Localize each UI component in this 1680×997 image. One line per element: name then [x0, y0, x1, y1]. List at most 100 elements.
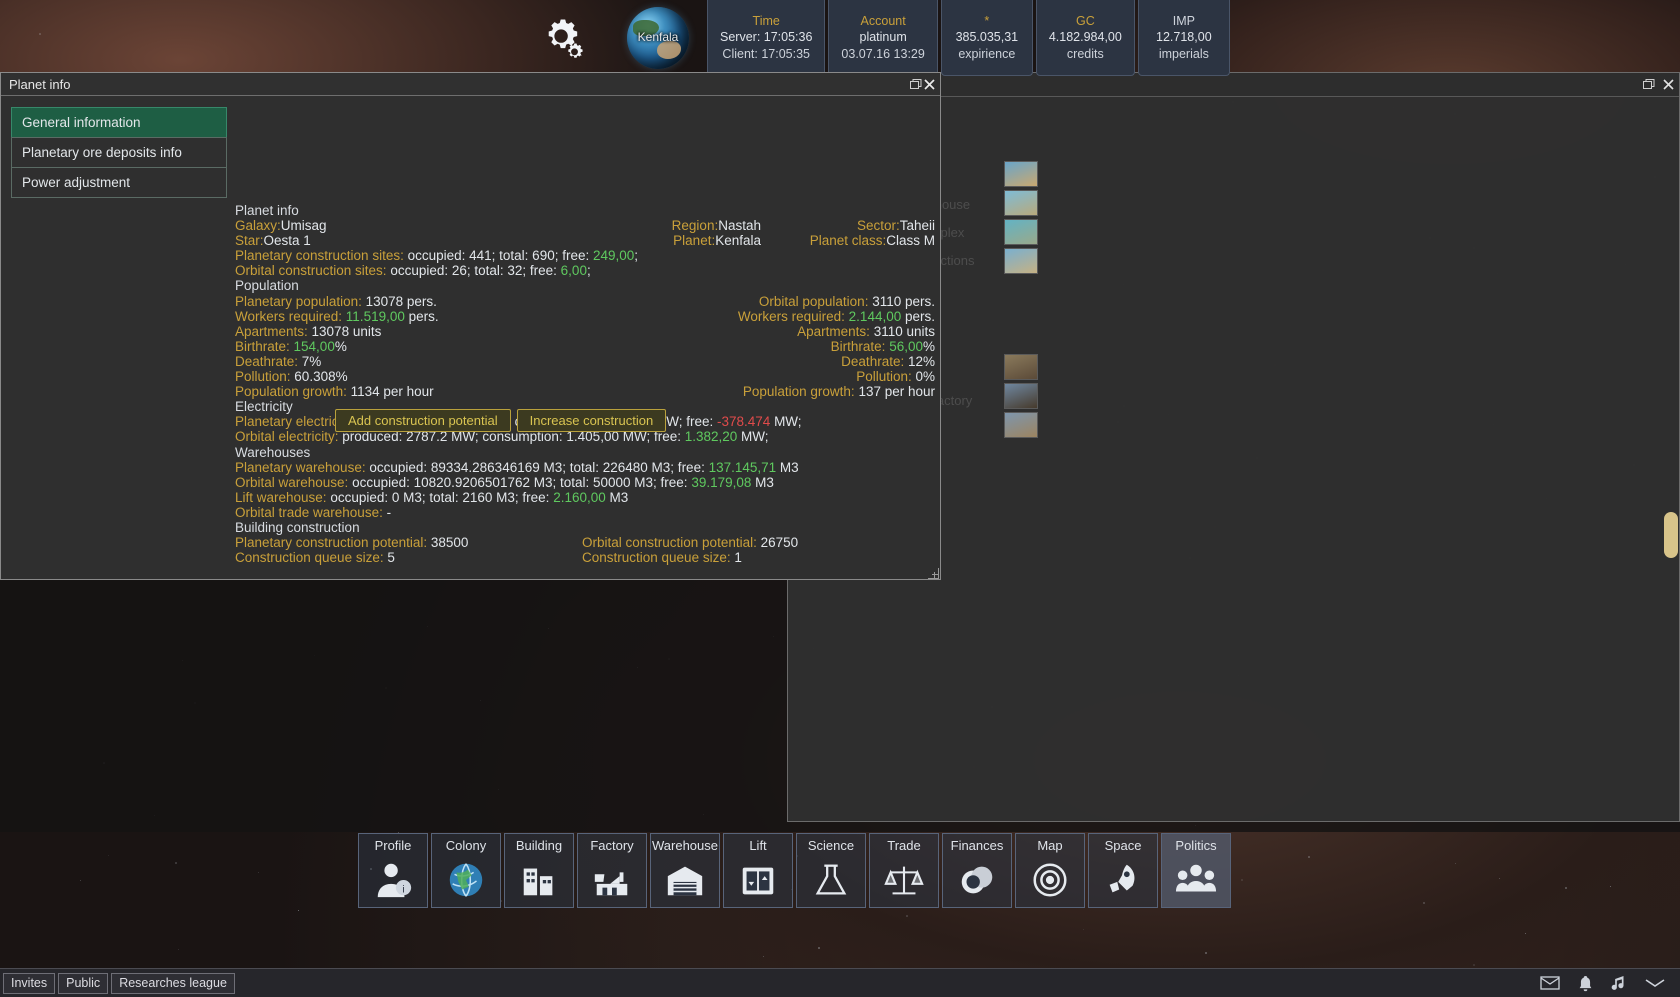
nav-item-space[interactable]: Space	[1088, 833, 1158, 908]
info-value: occupied: 0 M3; total: 2160 M3; free:	[327, 490, 554, 505]
info-key: Region:	[672, 218, 719, 233]
dialog-tab-power-adjustment[interactable]: Power adjustment	[11, 167, 227, 198]
info-key: Orbital population:	[759, 294, 869, 309]
info-row-right: Orbital construction potential: 26750	[582, 535, 932, 550]
nav-item-finances[interactable]: Finances	[942, 833, 1012, 908]
thumbnail-item[interactable]	[1004, 161, 1038, 187]
thumbnail-item[interactable]	[1004, 219, 1038, 245]
info-free-value: 249,00	[593, 248, 634, 263]
restore-window-icon[interactable]	[908, 77, 922, 91]
info-value: 38500	[427, 535, 468, 550]
hud-cells: Time Server: 17:05:36 Client: 17:05:35 Acco…	[707, 0, 1233, 76]
hud-cell-expirience[interactable]: * 385.035,31 expirience	[941, 0, 1033, 76]
thumbnail-item[interactable]	[1004, 248, 1038, 274]
construction-buttons: Add construction potential Increase const…	[335, 409, 666, 432]
profile-icon: i	[372, 853, 414, 907]
nav-item-label: Factory	[590, 834, 633, 853]
close-icon[interactable]	[1661, 78, 1675, 92]
info-value: Nastah	[718, 218, 761, 233]
info-unit: MW;	[737, 429, 768, 444]
resize-grip[interactable]	[927, 567, 939, 579]
dialog-tab-general-information[interactable]: General information	[11, 107, 227, 138]
hud-cell-sub: credits	[1067, 46, 1104, 63]
info-value: 26750	[757, 535, 798, 550]
hud-cell-value: Server: 17:05:36	[720, 29, 812, 46]
nav-item-map[interactable]: Map	[1015, 833, 1085, 908]
dialog-tabs[interactable]: General information Planetary ore deposit…	[11, 108, 227, 198]
increase-construction-button[interactable]: Increase construction	[517, 409, 667, 432]
close-icon[interactable]	[922, 77, 936, 91]
hud-cell-imperials[interactable]: IMP 12.718,00 imperials	[1138, 0, 1230, 76]
system-tray	[1540, 975, 1680, 992]
info-key: Star:	[235, 233, 264, 248]
side-scroll-handle[interactable]	[1664, 512, 1678, 558]
thumbnail-item[interactable]	[1004, 412, 1038, 438]
bell-icon[interactable]	[1578, 975, 1593, 992]
hud-cell-credits[interactable]: GC 4.182.984,00 credits	[1036, 0, 1135, 76]
info-value: 56,00	[885, 339, 923, 354]
nav-item-label: Science	[808, 834, 854, 853]
taskbar-button-researches-league[interactable]: Researches league	[111, 973, 235, 994]
music-note-icon[interactable]	[1611, 975, 1626, 992]
info-key: Galaxy:	[235, 218, 281, 233]
table-row: Planetary warehouse: occupied: 89334.286…	[235, 460, 935, 475]
add-construction-potential-button[interactable]: Add construction potential	[335, 409, 511, 432]
section-header: Building construction	[235, 520, 935, 535]
info-key: Deathrate:	[841, 354, 904, 369]
nav-item-trade[interactable]: Trade	[869, 833, 939, 908]
table-row: Pollution: 60.308% Pollution: 0%	[235, 369, 935, 384]
info-value: 11.519,00	[342, 309, 405, 324]
nav-item-label: Lift	[749, 834, 766, 853]
table-row: Orbital warehouse: occupied: 10820.92065…	[235, 475, 935, 490]
nav-item-lift[interactable]: Lift	[723, 833, 793, 908]
hud-cell-client:-17:05:35[interactable]: Time Server: 17:05:36 Client: 17:05:35	[707, 0, 825, 76]
top-hud: Kenfala Time Server: 17:05:36 Client: 17:0…	[517, 0, 1233, 76]
chevron-down-icon[interactable]	[1644, 977, 1666, 989]
info-unit: M3	[751, 475, 774, 490]
table-row: Lift warehouse: occupied: 0 M3; total: 2…	[235, 490, 935, 505]
thumbnail-item[interactable]	[1004, 190, 1038, 216]
warehouse-icon	[664, 853, 706, 907]
info-value: 2.144,00	[845, 309, 901, 324]
info-value: 3110 units	[870, 324, 935, 339]
restore-window-icon[interactable]	[1641, 78, 1655, 92]
info-free-value: 6,00	[561, 263, 587, 278]
nav-item-politics[interactable]: Politics	[1161, 833, 1231, 908]
info-value: 154,00	[290, 339, 335, 354]
info-row-right: Construction queue size: 1	[582, 550, 932, 565]
info-key: Workers required:	[235, 309, 342, 324]
taskbar-button-public[interactable]: Public	[58, 973, 108, 994]
table-row: Orbital trade warehouse: -	[235, 505, 935, 520]
gear-icon[interactable]	[517, 0, 609, 76]
factory-icon	[591, 853, 633, 907]
nav-item-warehouse[interactable]: Warehouse	[650, 833, 720, 908]
table-row: Planetary construction sites: occupied: …	[235, 248, 935, 263]
thumbnail-item[interactable]	[1004, 383, 1038, 409]
info-value: 12%	[904, 354, 935, 369]
nav-item-profile[interactable]: Profile i	[358, 833, 428, 908]
flask-icon	[810, 853, 852, 907]
info-value: Kenfala	[715, 233, 761, 248]
map-target-icon	[1029, 853, 1071, 907]
nav-item-factory[interactable]: Factory	[577, 833, 647, 908]
hud-cell-03.07.16-13:29[interactable]: Account platinum 03.07.16 13:29	[828, 0, 937, 76]
table-row: Planetary population: 13078 pers. Orbital…	[235, 294, 935, 309]
thumbnail-item[interactable]	[1004, 354, 1038, 380]
nav-item-science[interactable]: Science	[796, 833, 866, 908]
hud-cell-value: 12.718,00	[1156, 29, 1212, 46]
nav-item-building[interactable]: Building	[504, 833, 574, 908]
nav-item-label: Trade	[887, 834, 920, 853]
dialog-tab-planetary-ore-deposits-info[interactable]: Planetary ore deposits info	[11, 137, 227, 168]
planet-globe-icon[interactable]: Kenfala	[612, 0, 704, 76]
nav-item-colony[interactable]: Colony	[431, 833, 501, 908]
info-key: Planetary construction sites:	[235, 248, 404, 263]
mail-icon[interactable]	[1540, 976, 1560, 990]
taskbar-button-invites[interactable]: Invites	[3, 973, 55, 994]
section-header: Warehouses	[235, 445, 935, 460]
info-value: 3110 pers.	[868, 294, 935, 309]
info-key: Apartments:	[797, 324, 870, 339]
taskbar: Invites Public Researches league	[0, 968, 1680, 997]
info-value: Oesta 1	[264, 233, 311, 248]
rocket-icon	[1102, 853, 1144, 907]
table-row: Star:Oesta 1 Planet:Kenfala Planet class:C…	[235, 233, 935, 248]
